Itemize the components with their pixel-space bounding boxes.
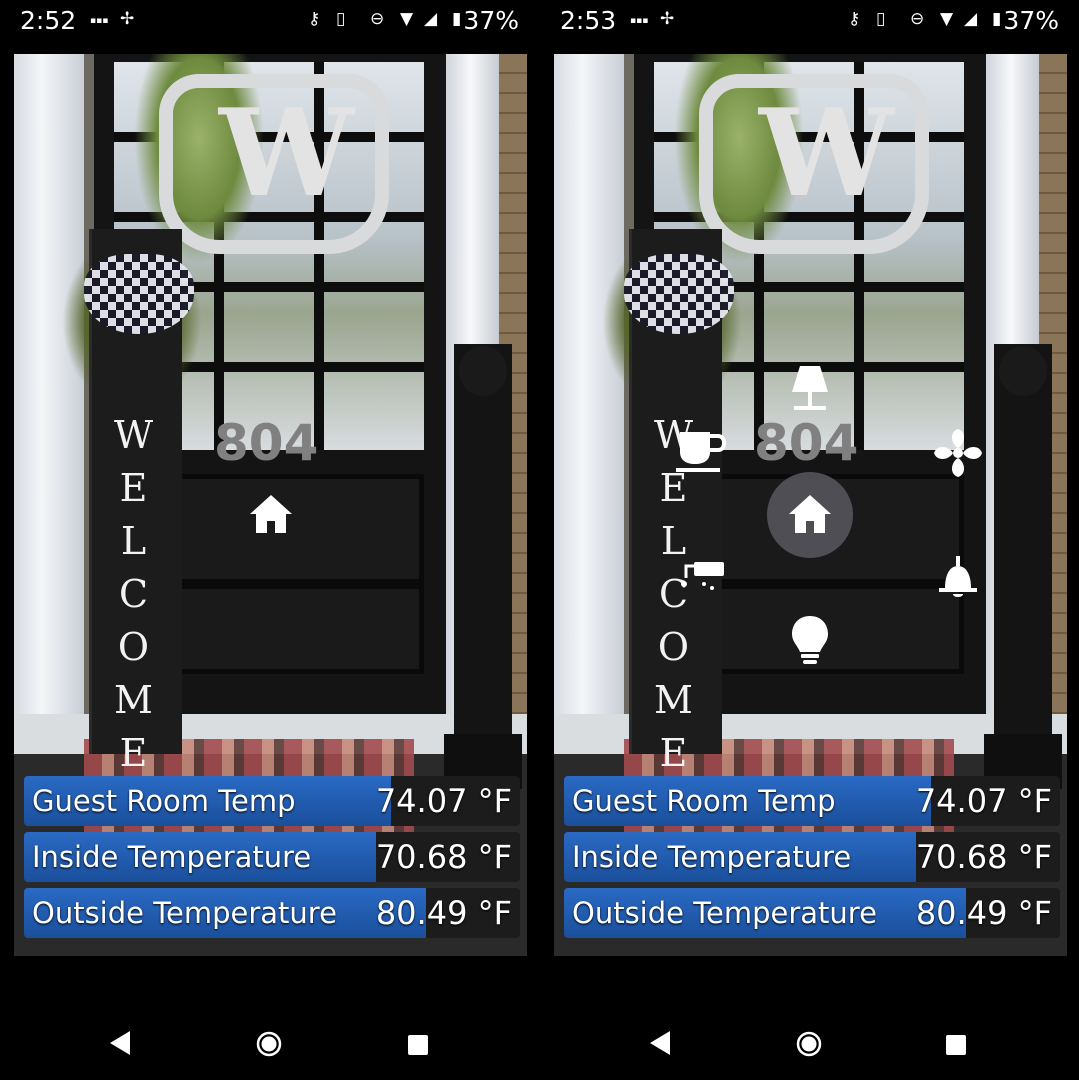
- sign-letter: C: [118, 572, 150, 616]
- post-finial: [999, 346, 1047, 396]
- temp-row-guest-room[interactable]: Guest Room Temp 74.07 °F: [564, 776, 1060, 826]
- porch-post: [454, 344, 512, 784]
- temp-row-outside[interactable]: Outside Temperature 80.49 °F: [564, 888, 1060, 938]
- home-nav-icon[interactable]: [256, 1031, 282, 1057]
- wifi-icon: ▼: [400, 9, 414, 29]
- carrier-icon: ▪▪▪: [630, 16, 649, 26]
- recents-icon[interactable]: [945, 1034, 967, 1056]
- back-icon[interactable]: [108, 1030, 132, 1056]
- sign-letter: E: [119, 466, 149, 510]
- pinwheel-icon: ✢: [120, 9, 135, 29]
- temp-value: 74.07 °F: [915, 782, 1052, 820]
- signal-icon: ◢: [964, 9, 978, 29]
- temp-label: Guest Room Temp: [572, 784, 836, 818]
- porch-post: [994, 344, 1052, 784]
- fan-icon[interactable]: [931, 426, 985, 480]
- home-menu-button[interactable]: [767, 472, 853, 558]
- sign-letter: O: [657, 625, 691, 669]
- battery-icon: ▮: [452, 9, 462, 29]
- temp-row-guest-room[interactable]: Guest Room Temp 74.07 °F: [24, 776, 520, 826]
- door-panel-lower: [714, 584, 964, 674]
- temp-value: 70.68 °F: [375, 838, 512, 876]
- status-time: 2:52: [20, 6, 77, 35]
- heater-icon[interactable]: [678, 558, 726, 598]
- vibrate-icon: ▯: [336, 9, 346, 29]
- house-number: 804: [214, 414, 319, 472]
- temperature-list: Guest Room Temp 74.07 °F Inside Temperat…: [564, 776, 1060, 944]
- door-frame-left: [554, 54, 624, 744]
- status-bar: 2:52 ▪▪▪ ✢ ⚷ ▯ ⊖ ▼ ◢ ▮ 37%: [0, 0, 539, 42]
- bell-icon[interactable]: [935, 554, 981, 602]
- home-nav-icon[interactable]: [796, 1031, 822, 1057]
- temperature-list: Guest Room Temp 74.07 °F Inside Temperat…: [24, 776, 520, 944]
- sign-letter: O: [117, 625, 151, 669]
- home-icon: [250, 495, 292, 533]
- back-icon[interactable]: [648, 1030, 672, 1056]
- temp-row-inside[interactable]: Inside Temperature 70.68 °F: [24, 832, 520, 882]
- key-icon: ⚷: [308, 9, 321, 29]
- temp-value: 80.49 °F: [375, 894, 512, 932]
- plaid-bow: [84, 254, 194, 334]
- vibrate-icon: ▯: [876, 9, 886, 29]
- home-icon: [789, 495, 831, 533]
- temp-label: Inside Temperature: [572, 840, 852, 874]
- battery-percent: 37%: [1003, 6, 1059, 35]
- home-menu-button[interactable]: [228, 472, 314, 558]
- status-time: 2:53: [560, 6, 617, 35]
- coffee-cup-icon[interactable]: [674, 428, 726, 474]
- do-not-disturb-icon: ⊖: [910, 9, 925, 29]
- temp-value: 70.68 °F: [915, 838, 1052, 876]
- phone-screen-left: 2:52 ▪▪▪ ✢ ⚷ ▯ ⊖ ▼ ◢ ▮ 37% W W E L C O M…: [0, 0, 539, 1080]
- signal-icon: ◢: [424, 9, 438, 29]
- monogram-letter: W: [219, 83, 354, 224]
- temp-label: Outside Temperature: [572, 896, 877, 930]
- post-finial: [459, 346, 507, 396]
- phone-screen-right: 2:53 ▪▪▪ ✢ ⚷ ▯ ⊖ ▼ ◢ ▮ 37% W W E L C O M…: [540, 0, 1079, 1080]
- wifi-icon: ▼: [940, 9, 954, 29]
- lamp-icon[interactable]: [790, 362, 830, 414]
- battery-percent: 37%: [463, 6, 519, 35]
- status-bar: 2:53 ▪▪▪ ✢ ⚷ ▯ ⊖ ▼ ◢ ▮ 37%: [540, 0, 1079, 42]
- navigation-bar: [0, 1000, 539, 1080]
- monogram-letter: W: [759, 83, 894, 224]
- temp-label: Outside Temperature: [32, 896, 337, 930]
- recents-icon[interactable]: [407, 1034, 429, 1056]
- temp-row-inside[interactable]: Inside Temperature 70.68 °F: [564, 832, 1060, 882]
- sign-letter: E: [119, 731, 149, 775]
- pinwheel-icon: ✢: [660, 9, 675, 29]
- door-frame-left: [14, 54, 84, 744]
- dashboard-background: W W E L C O M E 804 Guest Room Temp 74.0…: [554, 54, 1067, 956]
- plaid-bow: [624, 254, 734, 334]
- temp-value: 80.49 °F: [915, 894, 1052, 932]
- temp-row-outside[interactable]: Outside Temperature 80.49 °F: [24, 888, 520, 938]
- sign-letter: M: [114, 678, 154, 722]
- sign-letter: W: [113, 413, 155, 457]
- sign-letter: L: [120, 519, 148, 563]
- door-panel-lower: [174, 584, 424, 674]
- house-number: 804: [754, 414, 859, 472]
- do-not-disturb-icon: ⊖: [370, 9, 385, 29]
- welcome-sign-text: W E L C O M E: [96, 409, 172, 780]
- temp-label: Guest Room Temp: [32, 784, 296, 818]
- sign-letter: M: [654, 678, 694, 722]
- temp-value: 74.07 °F: [375, 782, 512, 820]
- key-icon: ⚷: [848, 9, 861, 29]
- sign-letter: E: [659, 731, 689, 775]
- navigation-bar: [540, 1000, 1079, 1080]
- battery-icon: ▮: [992, 9, 1002, 29]
- dashboard-background: W W E L C O M E 804 Guest Room Temp 74.0…: [14, 54, 527, 956]
- light-bulb-icon[interactable]: [790, 614, 830, 668]
- carrier-icon: ▪▪▪: [90, 16, 109, 26]
- temp-label: Inside Temperature: [32, 840, 312, 874]
